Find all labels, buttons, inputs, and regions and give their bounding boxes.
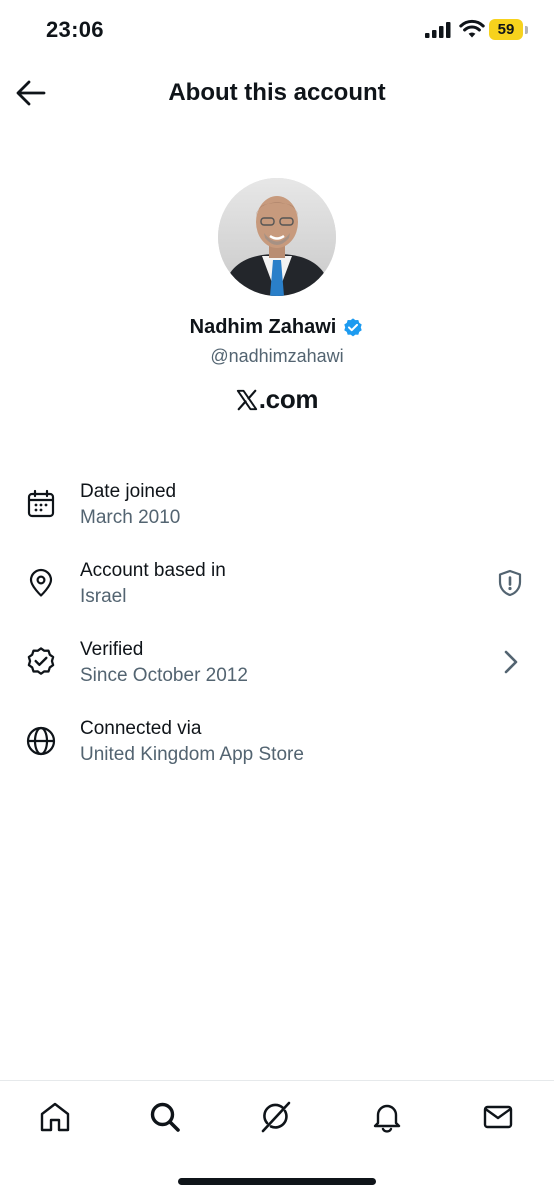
status-bar: 23:06 59 (0, 0, 554, 62)
info-row-connected-via: Connected via United Kingdom App Store (0, 705, 554, 784)
domain-text: .com (258, 384, 319, 414)
search-icon (150, 1102, 180, 1132)
tab-grok[interactable] (256, 1097, 296, 1137)
messages-envelope-icon (483, 1105, 513, 1129)
x-domain: .com (0, 384, 554, 415)
profile-photo (218, 178, 336, 296)
shield-alert-icon[interactable] (494, 567, 526, 599)
info-value: Israel (80, 586, 127, 607)
verified-badge-icon (23, 644, 59, 680)
profile-name-row: Nadhim Zahawi (0, 316, 554, 339)
battery-indicator: 59 (489, 19, 523, 40)
tab-home[interactable] (35, 1097, 75, 1137)
info-row-account-based-in: Account based in Israel (0, 547, 554, 626)
cellular-signal-icon (425, 22, 451, 38)
info-label: Verified (80, 639, 144, 660)
avatar[interactable] (218, 178, 336, 296)
page-title: About this account (168, 79, 386, 106)
info-list: Date joined March 2010 Account based in … (0, 468, 554, 784)
profile-handle: @nadhimzahawi (210, 346, 344, 366)
status-time: 23:06 (46, 17, 104, 42)
location-pin-icon (23, 565, 59, 601)
chevron-right-icon (494, 646, 526, 678)
tab-notifications[interactable] (367, 1097, 407, 1137)
globe-icon (23, 723, 59, 759)
info-label: Date joined (80, 481, 177, 502)
info-value: Since October 2012 (80, 665, 248, 686)
tab-messages[interactable] (478, 1097, 518, 1137)
info-value: United Kingdom App Store (80, 744, 304, 765)
header: About this account (0, 62, 554, 124)
x-logo-icon (236, 389, 257, 410)
info-row-date-joined: Date joined March 2010 (0, 468, 554, 547)
notifications-bell-icon (373, 1104, 401, 1133)
info-row-verified[interactable]: Verified Since October 2012 (0, 626, 554, 705)
info-label: Account based in (80, 560, 226, 581)
tab-search[interactable] (145, 1097, 185, 1137)
info-label: Connected via (80, 718, 202, 739)
info-value: March 2010 (80, 507, 181, 528)
profile-name: Nadhim Zahawi (189, 316, 337, 338)
verified-check-icon (344, 317, 363, 336)
battery-nub (525, 26, 528, 34)
home-indicator (178, 1178, 376, 1185)
home-icon (40, 1102, 70, 1132)
calendar-icon (23, 486, 59, 522)
wifi-icon (459, 19, 485, 38)
grok-icon (261, 1101, 291, 1133)
